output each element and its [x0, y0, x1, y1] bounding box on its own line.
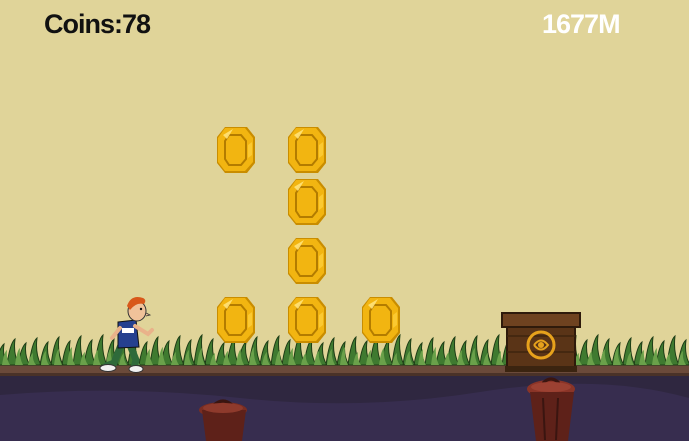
ground-scenery	[0, 297, 689, 441]
coin-icon	[361, 296, 401, 344]
coin-icon	[287, 126, 327, 174]
coin-icon	[287, 296, 327, 344]
coin-icon	[287, 237, 327, 285]
wooden-crate-obstacle	[501, 312, 581, 372]
trash-can-obstacle	[199, 399, 247, 441]
coin-icon	[216, 126, 256, 174]
game-stage[interactable]: Coins:78 1677M	[0, 0, 689, 441]
coin-icon	[216, 296, 256, 344]
grass-strip	[0, 333, 689, 366]
coin-icon	[287, 178, 327, 226]
